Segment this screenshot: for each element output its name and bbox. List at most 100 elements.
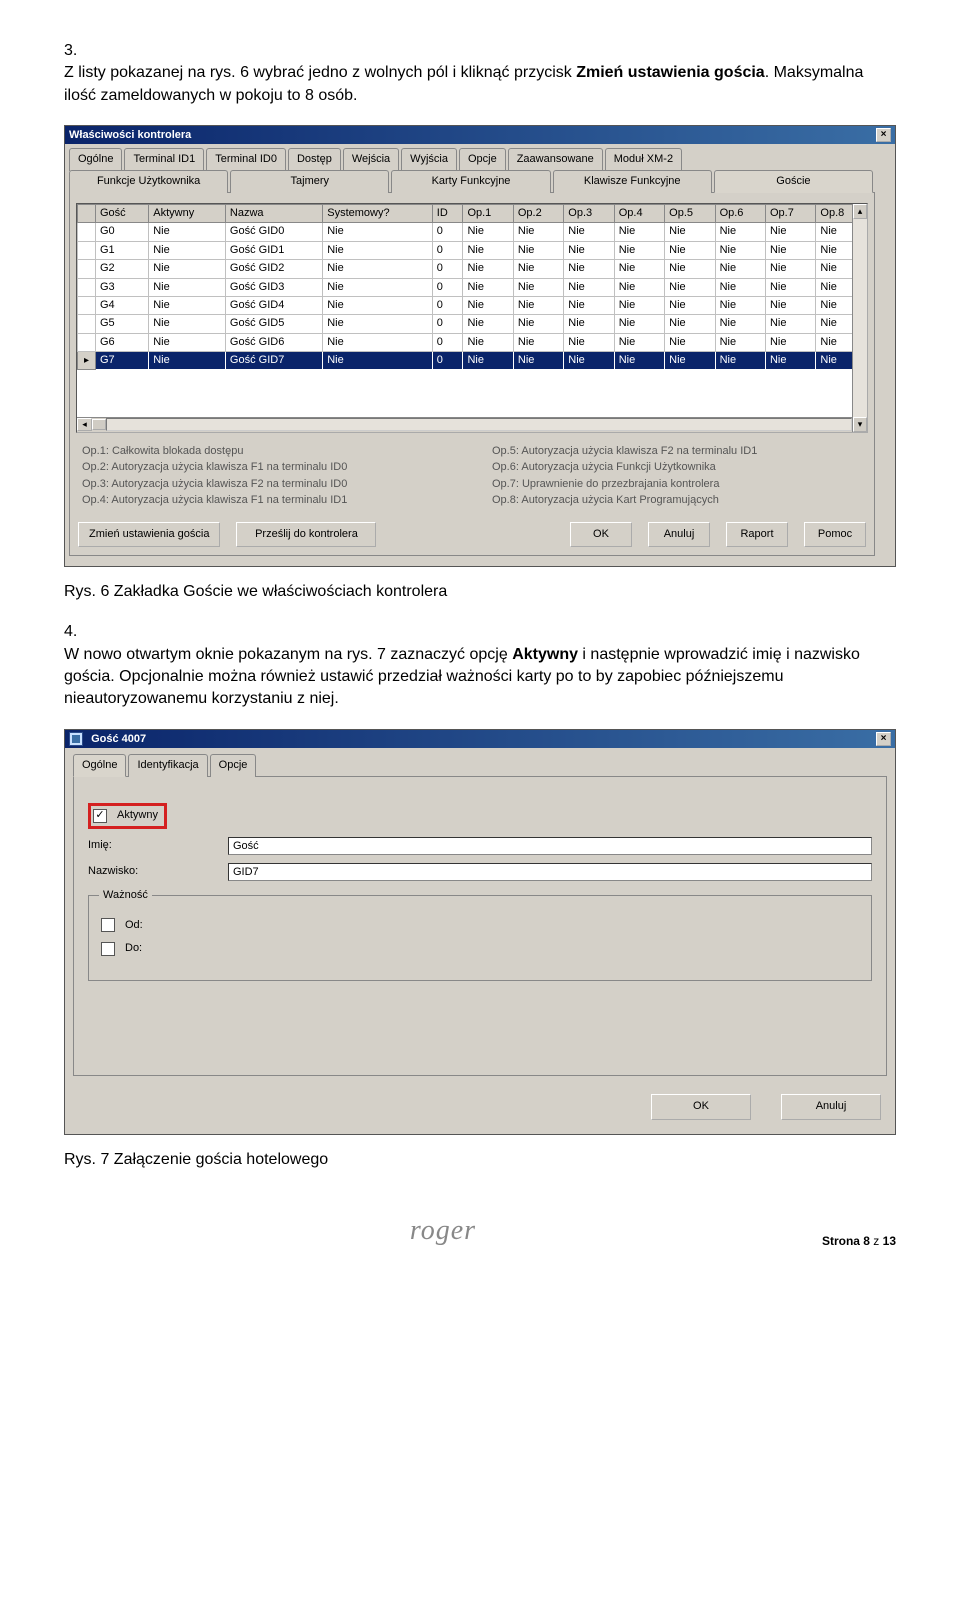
close-icon[interactable]: × <box>876 128 891 142</box>
validity-group: Ważność Od: Do: <box>88 895 872 982</box>
instruction-number: 4. <box>64 621 92 643</box>
app-icon <box>69 732 83 746</box>
table-row[interactable]: G5NieGość GID5Nie0NieNieNieNieNieNieNieN… <box>78 315 867 333</box>
ok-button[interactable]: OK <box>570 522 632 547</box>
guests-grid[interactable]: GośćAktywnyNazwaSystemowy?IDOp.1Op.2Op.3… <box>76 203 868 433</box>
tab-terminal-id1[interactable]: Terminal ID1 <box>124 148 204 170</box>
firstname-row: Imię: <box>88 837 872 855</box>
scroll-left-icon[interactable]: ◂ <box>77 418 92 431</box>
page-number: Strona 8 z 13 <box>822 1233 896 1250</box>
column-header[interactable]: ID <box>432 204 463 222</box>
active-checkbox[interactable]: ✓ <box>93 809 107 823</box>
tabs-back-row: OgólneTerminal ID1Terminal ID0DostępWejś… <box>69 148 875 170</box>
table-row[interactable]: G0NieGość GID0Nie0NieNieNieNieNieNieNieN… <box>78 223 867 241</box>
lastname-input[interactable] <box>228 863 872 881</box>
tab-wejścia[interactable]: Wejścia <box>343 148 399 170</box>
table-row[interactable]: G3NieGość GID3Nie0NieNieNieNieNieNieNieN… <box>78 278 867 296</box>
column-header[interactable]: Aktywny <box>149 204 226 222</box>
scroll-up-icon[interactable]: ▴ <box>853 204 867 219</box>
close-icon[interactable]: × <box>876 732 891 746</box>
controller-properties-window: Właściwości kontrolera × OgólneTerminal … <box>64 125 896 567</box>
cancel-button[interactable]: Anuluj <box>648 522 710 547</box>
table-row[interactable]: G2NieGość GID2Nie0NieNieNieNieNieNieNieN… <box>78 260 867 278</box>
tab-content-guests: GośćAktywnyNazwaSystemowy?IDOp.1Op.2Op.3… <box>69 192 875 556</box>
instruction-3: 3. Z listy pokazanej na rys. 6 wybrać je… <box>64 40 896 107</box>
legend-item: Op.7: Uprawnienie do przezbrajania kontr… <box>492 477 862 492</box>
to-row: Do: <box>101 941 859 956</box>
instruction-text: W nowo otwartym oknie pokazanym na rys. … <box>64 644 864 711</box>
legend-right: Op.5: Autoryzacja użycia klawisza F2 na … <box>492 443 862 510</box>
legend-item: Op.3: Autoryzacja użycia klawisza F2 na … <box>82 477 452 492</box>
scroll-track[interactable] <box>106 418 852 431</box>
table-row[interactable]: G6NieGość GID6Nie0NieNieNieNieNieNieNieN… <box>78 333 867 351</box>
validity-title: Ważność <box>99 888 152 903</box>
tabs-front-row: Funkcje UżytkownikaTajmeryKarty Funkcyjn… <box>69 170 875 193</box>
report-button[interactable]: Raport <box>726 522 788 547</box>
tab-tajmery[interactable]: Tajmery <box>230 170 389 193</box>
bold-term: Zmień ustawienia gościa <box>576 64 765 81</box>
page-footer: roger Strona 8 z 13 <box>64 1211 896 1250</box>
tab-identyfikacja[interactable]: Identyfikacja <box>128 754 207 777</box>
active-highlight: ✓ Aktywny <box>88 803 167 828</box>
tab-goście[interactable]: Goście <box>714 170 873 193</box>
brand-logo: roger <box>410 1211 476 1250</box>
guest-tabs: OgólneIdentyfikacjaOpcje <box>73 754 887 777</box>
tab-dostęp[interactable]: Dostęp <box>288 148 341 170</box>
instruction-4: 4. W nowo otwartym oknie pokazanym na ry… <box>64 621 896 711</box>
column-header[interactable]: Op.1 <box>463 204 513 222</box>
tab-zaawansowane[interactable]: Zaawansowane <box>508 148 603 170</box>
button-row: OK Anuluj <box>73 1076 887 1123</box>
ok-button[interactable]: OK <box>651 1094 751 1119</box>
column-header[interactable]: Op.3 <box>564 204 614 222</box>
scroll-track-v[interactable] <box>853 219 867 417</box>
tab-klawisze-funkcyjne[interactable]: Klawisze Funkcyjne <box>553 170 712 193</box>
table-row[interactable]: ▸G7NieGość GID7Nie0NieNieNieNieNieNieNie… <box>78 352 867 370</box>
column-header[interactable]: Op.4 <box>614 204 664 222</box>
column-header[interactable]: Gość <box>96 204 149 222</box>
cancel-button[interactable]: Anuluj <box>781 1094 881 1119</box>
from-checkbox[interactable] <box>101 918 115 932</box>
tab-opcje[interactable]: Opcje <box>459 148 506 170</box>
window-title: Gość 4007 <box>69 730 146 748</box>
tab-moduł-xm-2[interactable]: Moduł XM-2 <box>605 148 682 170</box>
horizontal-scrollbar[interactable]: ◂ ▸ <box>77 417 867 432</box>
from-row: Od: <box>101 918 859 933</box>
help-button[interactable]: Pomoc <box>804 522 866 547</box>
tab-terminal-id0[interactable]: Terminal ID0 <box>206 148 286 170</box>
column-header[interactable]: Systemowy? <box>323 204 433 222</box>
titlebar[interactable]: Gość 4007 × <box>65 730 895 748</box>
scroll-thumb[interactable] <box>92 419 106 430</box>
titlebar[interactable]: Właściwości kontrolera × <box>65 126 895 144</box>
lastname-row: Nazwisko: <box>88 863 872 881</box>
legend: Op.1: Całkowita blokada dostępuOp.2: Aut… <box>76 433 868 516</box>
window-title-text: Gość 4007 <box>91 733 146 745</box>
guests-table[interactable]: GośćAktywnyNazwaSystemowy?IDOp.1Op.2Op.3… <box>77 204 867 371</box>
column-header[interactable]: Op.2 <box>513 204 563 222</box>
table-row[interactable]: G1NieGość GID1Nie0NieNieNieNieNieNieNieN… <box>78 241 867 259</box>
column-header[interactable]: Nazwa <box>225 204 322 222</box>
legend-item: Op.8: Autoryzacja użycia Kart Programują… <box>492 493 862 508</box>
table-row[interactable]: G4NieGość GID4Nie0NieNieNieNieNieNieNieN… <box>78 296 867 314</box>
scroll-down-icon[interactable]: ▾ <box>853 417 867 432</box>
legend-item: Op.6: Autoryzacja użycia Funkcji Użytkow… <box>492 460 862 475</box>
tab-opcje[interactable]: Opcje <box>210 754 257 777</box>
tab-karty-funkcyjne[interactable]: Karty Funkcyjne <box>391 170 550 193</box>
to-checkbox[interactable] <box>101 942 115 956</box>
tab-wyjścia[interactable]: Wyjścia <box>401 148 457 170</box>
text-span: Z listy pokazanej na rys. 6 wybrać jedno… <box>64 64 576 81</box>
send-to-controller-button[interactable]: Prześlij do kontrolera <box>236 522 376 547</box>
change-guest-settings-button[interactable]: Zmień ustawienia gościa <box>78 522 220 547</box>
firstname-input[interactable] <box>228 837 872 855</box>
text-span: W nowo otwartym oknie pokazanym na rys. … <box>64 646 512 663</box>
figure-7-caption: Rys. 7 Załączenie gościa hotelowego <box>64 1149 896 1171</box>
column-header[interactable] <box>78 204 96 222</box>
figure-6-caption: Rys. 6 Zakładka Goście we właściwościach… <box>64 581 896 603</box>
guest-window: Gość 4007 × OgólneIdentyfikacjaOpcje ✓ A… <box>64 729 896 1135</box>
vertical-scrollbar[interactable]: ▴ ▾ <box>852 204 867 432</box>
tab-ogólne[interactable]: Ogólne <box>69 148 122 170</box>
column-header[interactable]: Op.5 <box>665 204 715 222</box>
column-header[interactable]: Op.6 <box>715 204 765 222</box>
tab-funkcje-użytkownika[interactable]: Funkcje Użytkownika <box>69 170 228 193</box>
tab-ogólne[interactable]: Ogólne <box>73 754 126 777</box>
column-header[interactable]: Op.7 <box>765 204 815 222</box>
